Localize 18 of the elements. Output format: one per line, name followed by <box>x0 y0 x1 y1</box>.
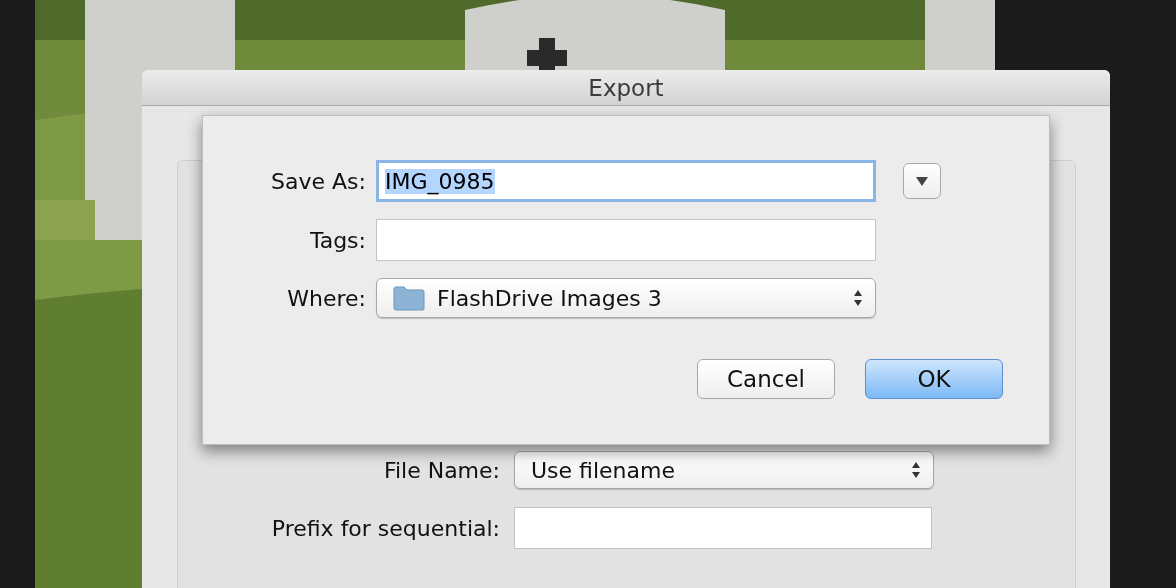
file-name-dropdown[interactable]: Use filename <box>514 451 934 489</box>
dialog-button[interactable]: Cancel <box>697 359 835 399</box>
field-label: Save As: <box>270 168 366 194</box>
folder-icon <box>393 285 425 311</box>
field-label: Prefix for sequential: <box>270 515 500 541</box>
field-label: File Name: <box>382 457 500 483</box>
window-title: Export <box>588 74 664 101</box>
disclosure-icon <box>916 176 928 186</box>
field-label: Where: <box>286 285 366 311</box>
location-dropdown[interactable]: FlashDrive Images 3 <box>376 278 876 318</box>
expand-button[interactable] <box>903 163 941 199</box>
field-label: Tags: <box>308 227 366 253</box>
tags-field[interactable] <box>376 219 876 261</box>
stepper-arrows-icon <box>853 289 863 307</box>
save-as-field[interactable]: IMG_0985 <box>376 160 876 202</box>
prefix-field[interactable] <box>514 507 932 549</box>
stepper-arrows-icon <box>911 461 921 479</box>
dialog-button[interactable]: OK <box>865 359 1003 399</box>
